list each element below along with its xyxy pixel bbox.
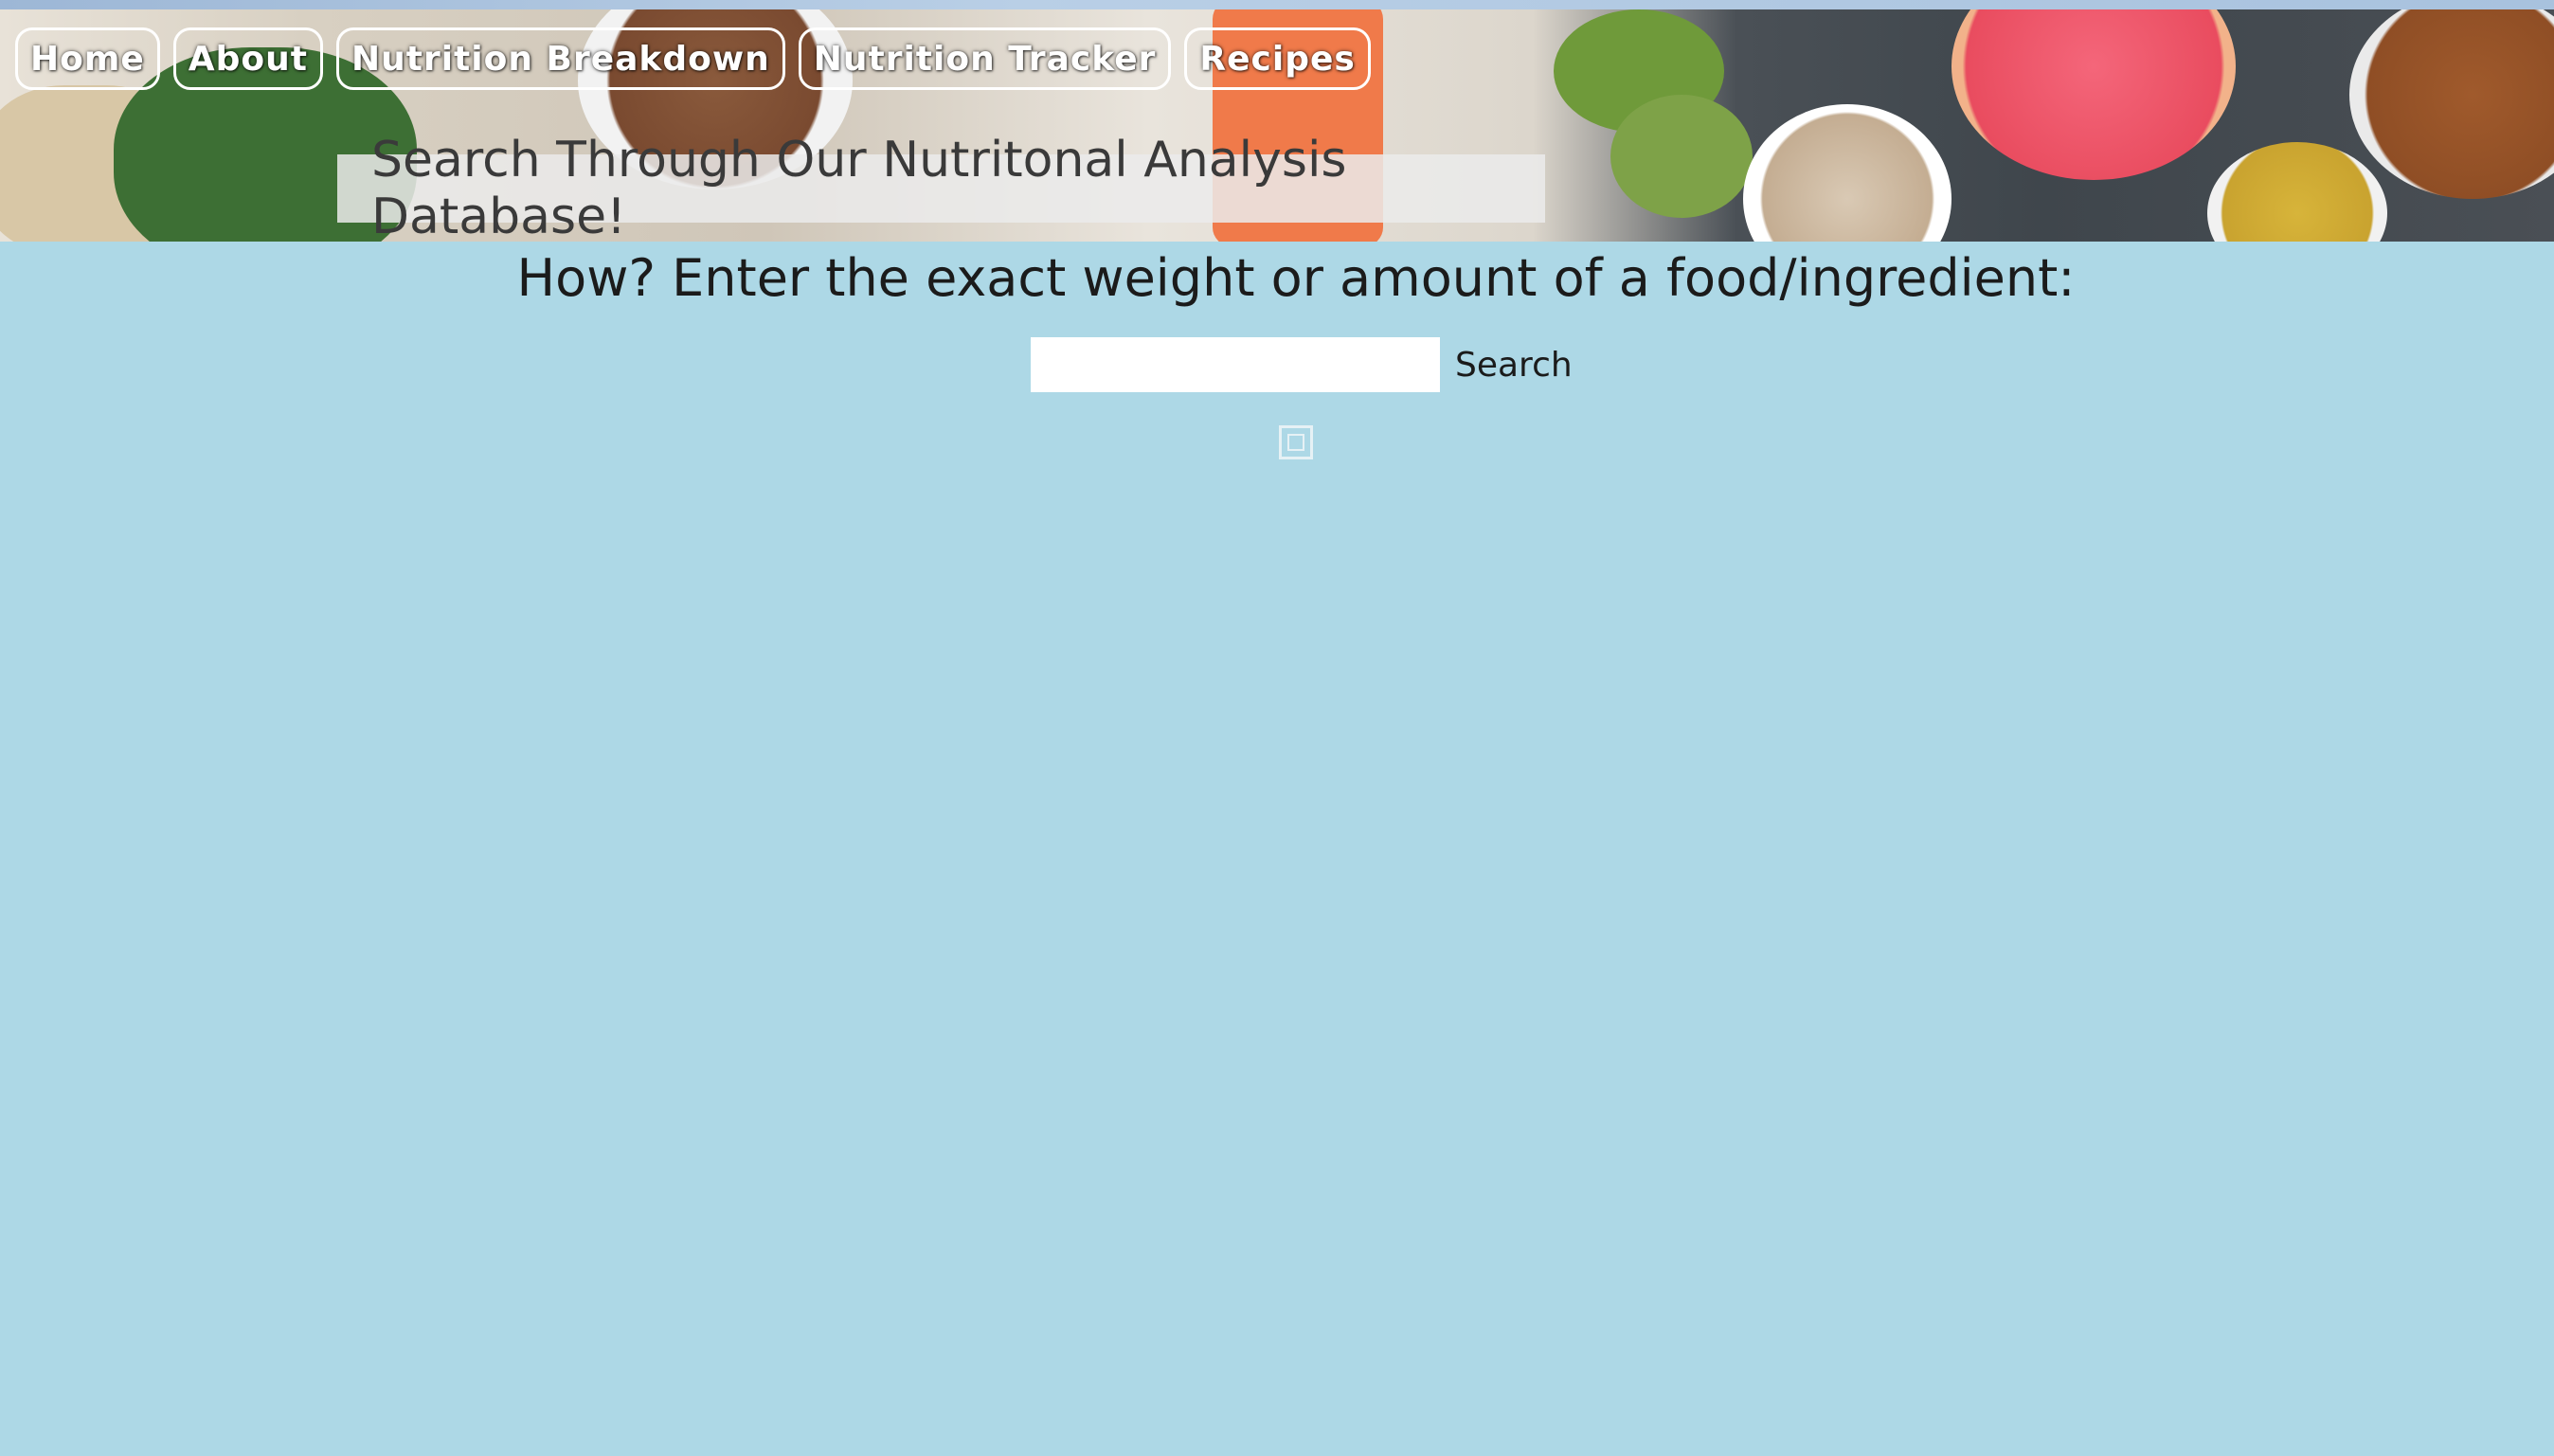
nav-recipes-button[interactable]: Recipes xyxy=(1184,27,1371,90)
nav-about-button[interactable]: About xyxy=(172,27,323,90)
search-button[interactable]: Search xyxy=(1455,346,1573,385)
nav-nutrition-tracker-button[interactable]: Nutrition Tracker xyxy=(798,27,1172,90)
grapefruit-image xyxy=(1951,9,2236,180)
banner-title: Search Through Our Nutritonal Analysis D… xyxy=(337,132,1545,242)
main-nav: Home About Nutrition Breakdown Nutrition… xyxy=(15,27,1371,90)
spice-bowl-image xyxy=(2207,142,2387,242)
nav-home-button[interactable]: Home xyxy=(15,27,160,90)
quinoa-bowl-image xyxy=(1743,104,1951,242)
brussels-sprouts-image xyxy=(1610,95,1753,218)
banner-title-text: Search Through Our Nutritonal Analysis D… xyxy=(371,132,1347,242)
image-placeholder-icon xyxy=(1279,425,1313,459)
top-strip xyxy=(0,0,2554,9)
almonds-image xyxy=(2349,9,2554,199)
search-instructions: How? Enter the exact weight or amount of… xyxy=(516,248,2076,308)
nav-nutrition-breakdown-button[interactable]: Nutrition Breakdown xyxy=(336,27,785,90)
search-form: Search xyxy=(1031,337,1573,392)
search-input[interactable] xyxy=(1031,337,1440,392)
